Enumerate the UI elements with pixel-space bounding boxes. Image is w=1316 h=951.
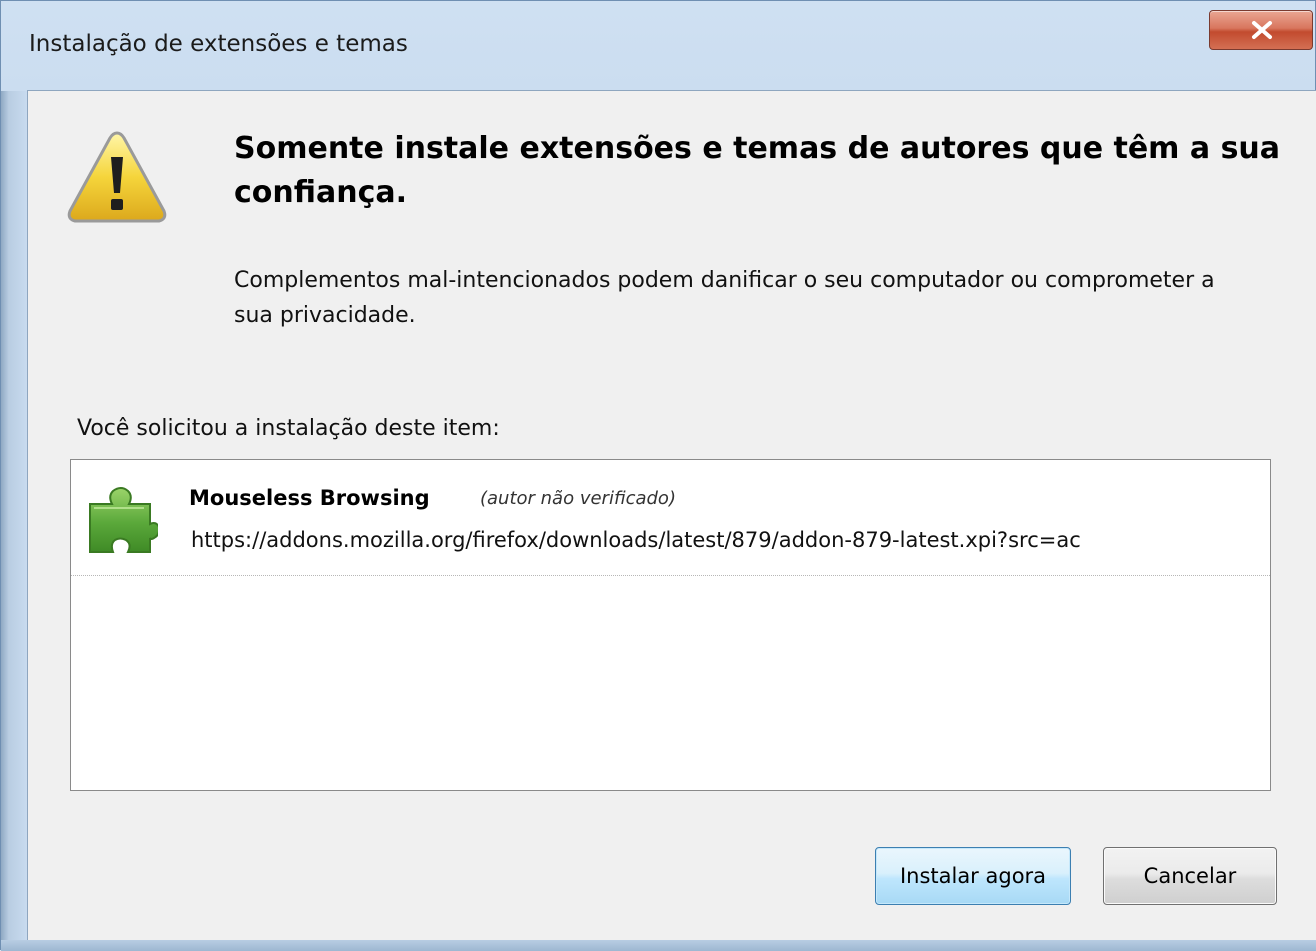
window-frame-left: [1, 91, 27, 941]
install-now-button[interactable]: Instalar agora: [875, 847, 1071, 905]
puzzle-piece-icon: [89, 487, 158, 553]
window-frame-bottom: [1, 940, 1316, 951]
addon-author-note: (autor não verificado): [480, 488, 676, 509]
close-icon: [1252, 21, 1272, 39]
title-bar[interactable]: Instalação de extensões e temas: [1, 1, 1316, 91]
cancel-button[interactable]: Cancelar: [1103, 847, 1277, 905]
addon-item[interactable]: Mouseless Browsing (autor não verificado…: [71, 460, 1270, 576]
window-title: Instalação de extensões e temas: [29, 31, 408, 57]
addon-url: https://addons.mozilla.org/firefox/downl…: [191, 528, 1081, 552]
addon-list[interactable]: Mouseless Browsing (autor não verificado…: [70, 459, 1271, 791]
addon-name: Mouseless Browsing: [189, 486, 430, 510]
request-label: Você solicitou a instalação deste item:: [77, 416, 500, 441]
dialog-heading: Somente instale extensões e temas de aut…: [234, 131, 1281, 210]
dialog-body: Somente instale extensões e temas de aut…: [27, 90, 1316, 941]
dialog-window: Instalação de extensões e temas Somente …: [0, 0, 1316, 951]
warning-icon: [67, 131, 167, 223]
dialog-description: Complementos mal-intencionados podem dan…: [234, 268, 1215, 328]
close-button[interactable]: [1209, 10, 1313, 50]
